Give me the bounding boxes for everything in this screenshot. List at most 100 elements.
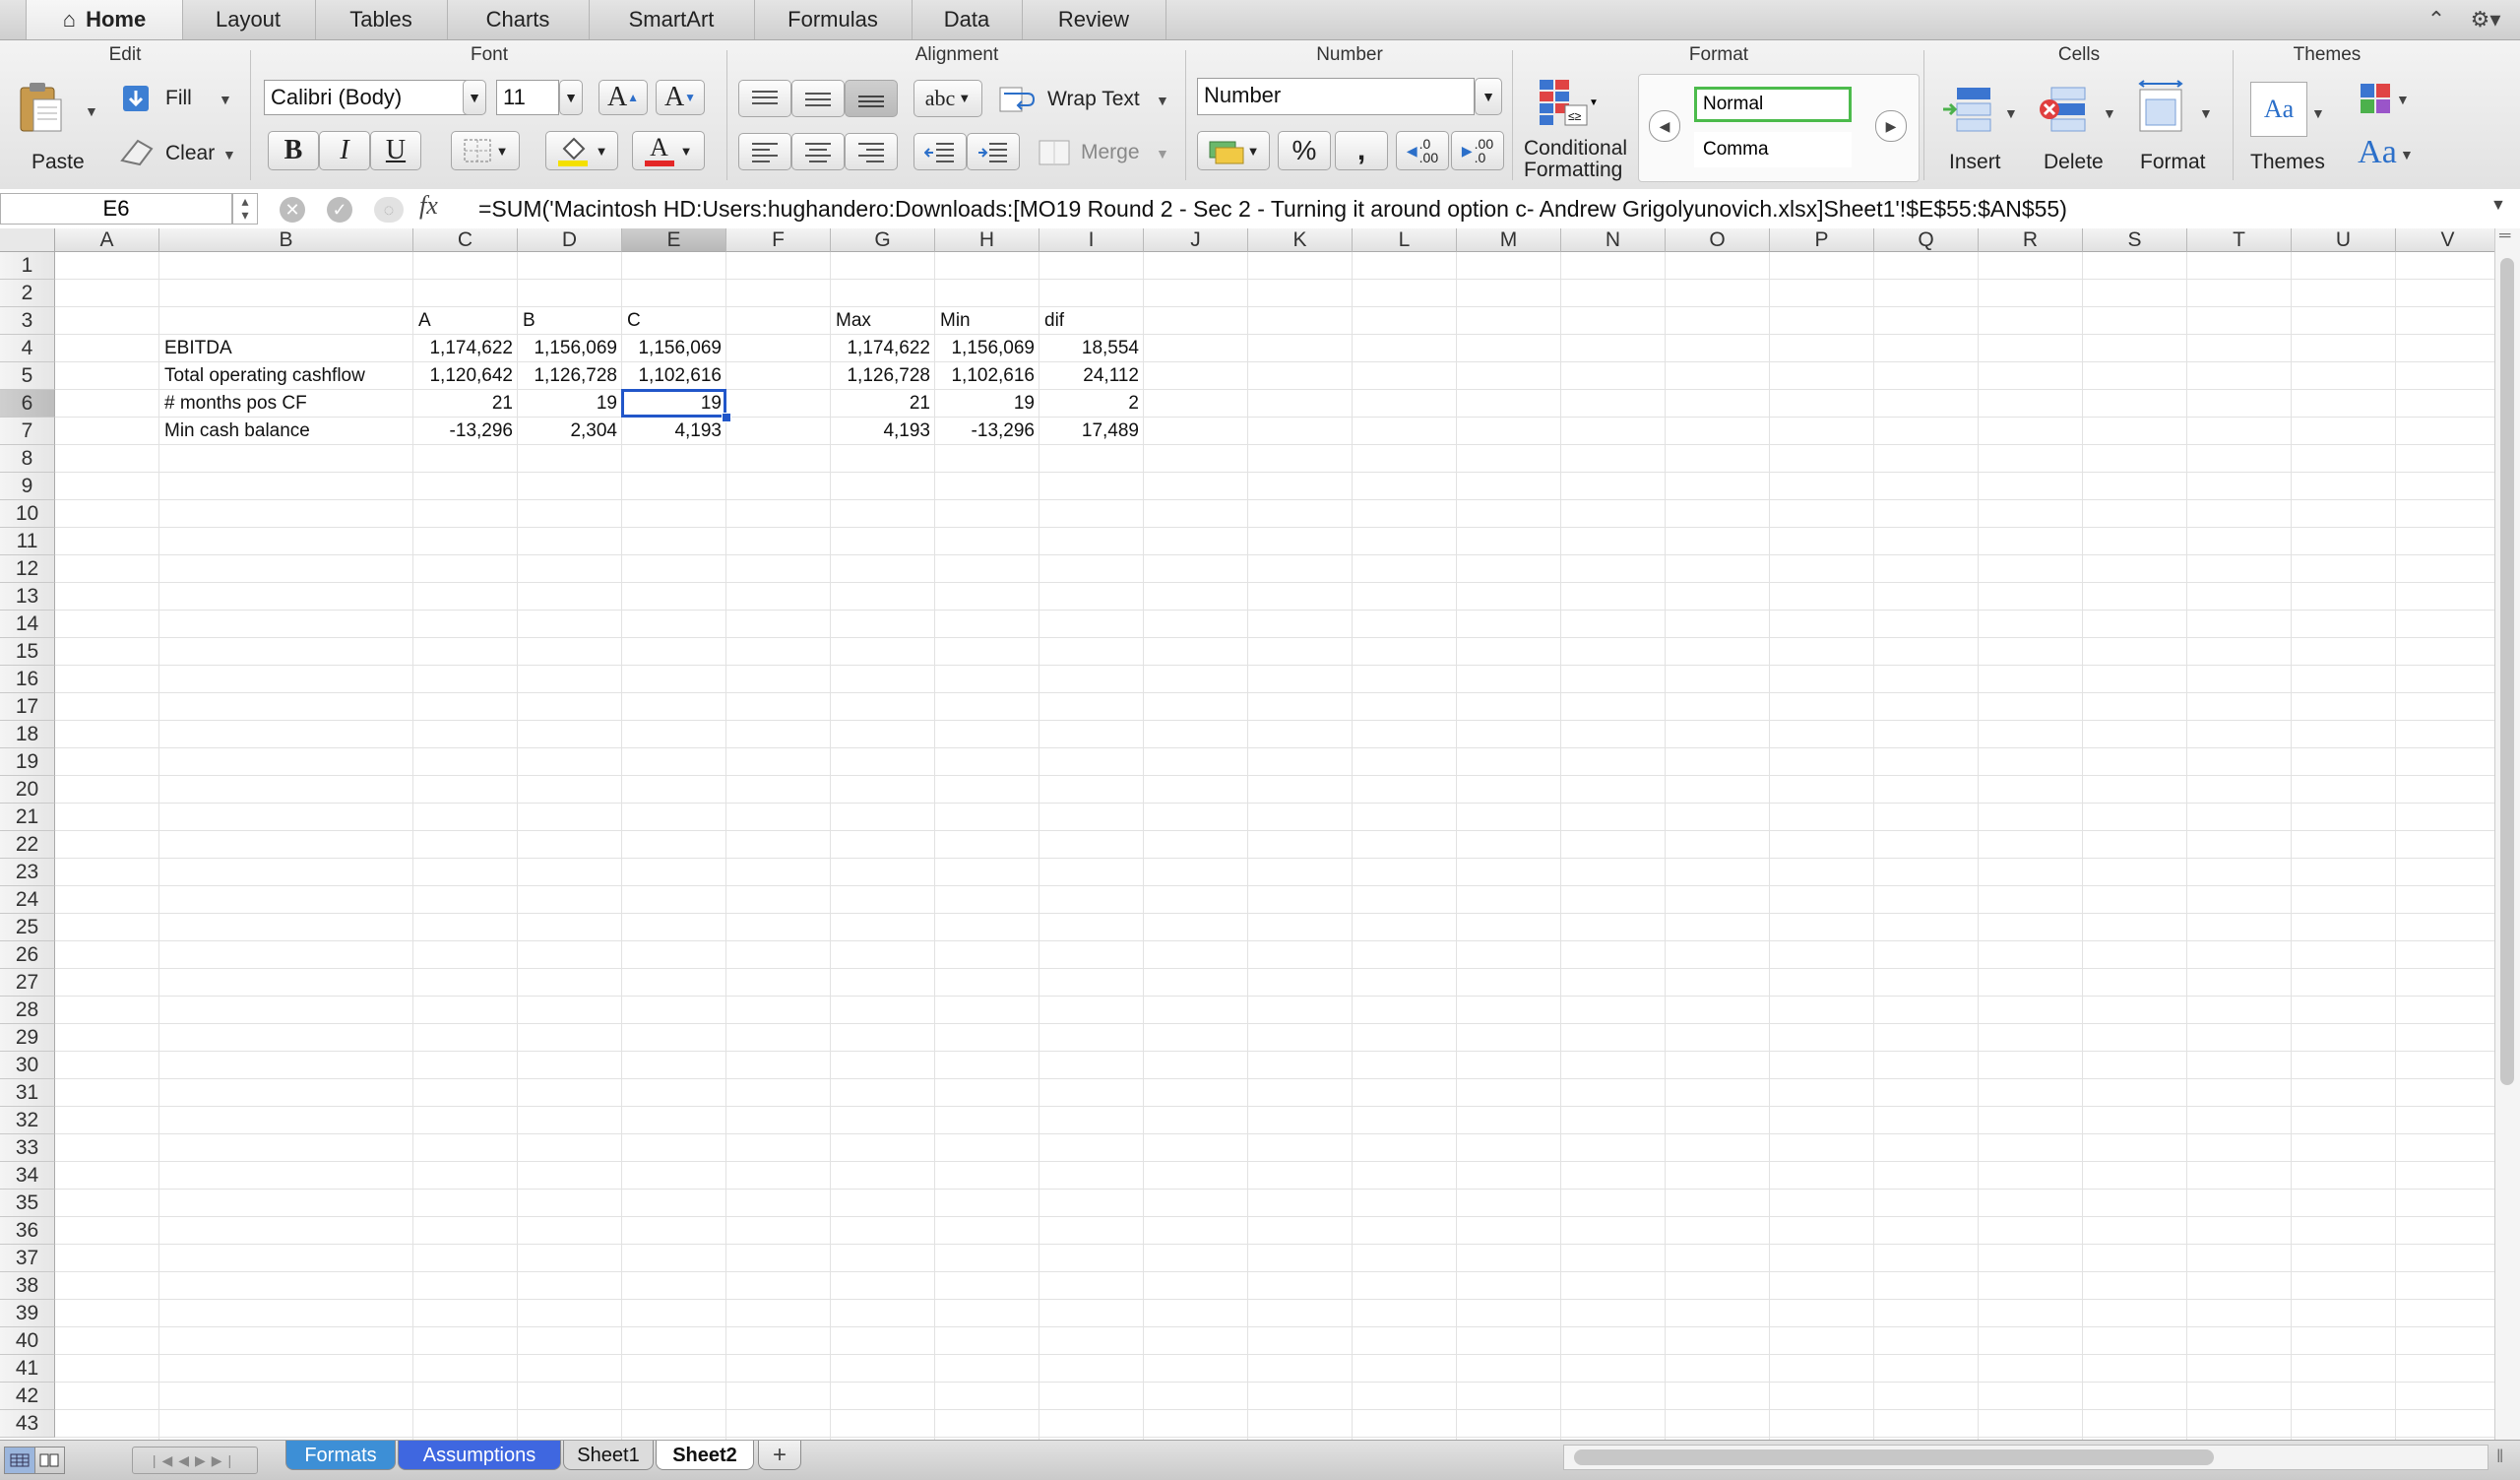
shrink-font-button[interactable]: A ▼ xyxy=(656,80,705,115)
row-header-24[interactable]: 24 xyxy=(0,886,55,914)
row-header-35[interactable]: 35 xyxy=(0,1190,55,1217)
cell-e3[interactable]: C xyxy=(622,307,726,335)
cell-i6[interactable]: 2 xyxy=(1040,390,1144,418)
tab-formulas[interactable]: Formulas xyxy=(754,0,913,39)
cell-h6[interactable]: 19 xyxy=(935,390,1040,418)
add-sheet-button[interactable]: + xyxy=(758,1441,801,1470)
sheet-tab-sheet2[interactable]: Sheet2 xyxy=(656,1441,754,1470)
increase-decimal-button[interactable]: ◀ .0 .00 xyxy=(1396,131,1449,170)
tab-charts[interactable]: Charts xyxy=(447,0,590,39)
horizontal-split-handle-icon[interactable]: ‖ xyxy=(2496,1447,2503,1467)
row-header-29[interactable]: 29 xyxy=(0,1024,55,1052)
column-header-u[interactable]: U xyxy=(2292,228,2396,252)
cancel-icon[interactable]: ✕ xyxy=(280,197,305,223)
column-header-d[interactable]: D xyxy=(518,228,622,252)
cell-d6[interactable]: 19 xyxy=(518,390,622,418)
column-header-v[interactable]: V xyxy=(2396,228,2500,252)
tab-home[interactable]: ⌂ Home xyxy=(26,0,183,39)
theme-fonts-icon[interactable]: Aa xyxy=(2353,133,2402,172)
row-header-28[interactable]: 28 xyxy=(0,997,55,1024)
row-header-16[interactable]: 16 xyxy=(0,666,55,693)
column-header-j[interactable]: J xyxy=(1144,228,1248,252)
align-middle-button[interactable] xyxy=(791,80,845,117)
number-format-field[interactable]: Number xyxy=(1197,78,1475,115)
merge-icon[interactable] xyxy=(1038,137,1071,168)
wrap-text-icon[interactable] xyxy=(998,84,1038,115)
row-header-11[interactable]: 11 xyxy=(0,528,55,555)
wrap-text-dropdown-icon[interactable]: ▼ xyxy=(1156,93,1169,108)
sheet-navigation-arrows[interactable]: |◀◀▶▶| xyxy=(132,1447,258,1474)
column-header-c[interactable]: C xyxy=(413,228,518,252)
sheet-tab-formats[interactable]: Formats xyxy=(285,1441,396,1470)
tab-review[interactable]: Review xyxy=(1022,0,1166,39)
font-size-field[interactable]: 11 xyxy=(496,80,559,115)
row-header-9[interactable]: 9 xyxy=(0,473,55,500)
bold-button[interactable]: B xyxy=(268,131,319,170)
horizontal-scroll-thumb[interactable] xyxy=(1574,1449,2214,1465)
row-header-18[interactable]: 18 xyxy=(0,721,55,748)
column-header-b[interactable]: B xyxy=(159,228,413,252)
comma-style-button[interactable]: , xyxy=(1335,131,1388,170)
themes-button[interactable]: Themes xyxy=(2250,151,2325,174)
themes-icon[interactable]: Aa xyxy=(2250,82,2307,137)
row-header-41[interactable]: 41 xyxy=(0,1355,55,1383)
row-header-3[interactable]: 3 xyxy=(0,307,55,335)
cell-g3[interactable]: Max xyxy=(831,307,935,335)
format-cells-dropdown-icon[interactable]: ▼ xyxy=(2199,105,2213,121)
grow-font-button[interactable]: A ▲ xyxy=(598,80,648,115)
insert-cells-icon[interactable] xyxy=(1941,80,1998,135)
italic-button[interactable]: I xyxy=(319,131,370,170)
paste-dropdown-icon[interactable]: ▼ xyxy=(85,103,98,119)
accounting-format-button[interactable]: ▼ xyxy=(1197,131,1270,170)
column-header-g[interactable]: G xyxy=(831,228,935,252)
insert-dropdown-icon[interactable]: ▼ xyxy=(2004,105,2018,121)
align-center-button[interactable] xyxy=(791,133,845,170)
cell-d7[interactable]: 2,304 xyxy=(518,418,622,445)
column-header-a[interactable]: A xyxy=(55,228,159,252)
row-header-2[interactable]: 2 xyxy=(0,280,55,307)
row-header-4[interactable]: 4 xyxy=(0,335,55,362)
column-header-i[interactable]: I xyxy=(1040,228,1144,252)
cell-e7[interactable]: 4,193 xyxy=(622,418,726,445)
row-header-25[interactable]: 25 xyxy=(0,914,55,941)
clipboard-icon[interactable] xyxy=(18,80,63,135)
number-format-dropdown-icon[interactable]: ▼ xyxy=(1475,78,1502,115)
collapse-ribbon-icon[interactable]: ⌃ xyxy=(2422,0,2451,39)
function-wizard-icon[interactable]: ◌ xyxy=(374,197,404,223)
row-header-15[interactable]: 15 xyxy=(0,638,55,666)
eraser-icon[interactable] xyxy=(118,137,156,166)
row-header-39[interactable]: 39 xyxy=(0,1300,55,1327)
tab-tables[interactable]: Tables xyxy=(315,0,448,39)
merge-dropdown-icon[interactable]: ▼ xyxy=(1156,146,1169,161)
row-header-14[interactable]: 14 xyxy=(0,611,55,638)
fill-icon[interactable] xyxy=(120,83,152,114)
orientation-button[interactable]: abc ▼ xyxy=(914,80,982,117)
column-header-l[interactable]: L xyxy=(1353,228,1457,252)
tab-layout[interactable]: Layout xyxy=(181,0,316,39)
column-header-e[interactable]: E xyxy=(622,228,726,252)
cell-c4[interactable]: 1,174,622 xyxy=(413,335,518,362)
column-header-h[interactable]: H xyxy=(935,228,1040,252)
delete-cells-icon[interactable] xyxy=(2036,80,2093,135)
delete-dropdown-icon[interactable]: ▼ xyxy=(2103,105,2116,121)
split-handle-icon[interactable]: ═ xyxy=(2499,228,2517,246)
formula-input[interactable]: =SUM('Macintosh HD:Users:hughandero:Down… xyxy=(478,193,2487,225)
column-header-s[interactable]: S xyxy=(2083,228,2187,252)
row-header-21[interactable]: 21 xyxy=(0,804,55,831)
cell-c6[interactable]: 21 xyxy=(413,390,518,418)
row-header-37[interactable]: 37 xyxy=(0,1245,55,1272)
cell-i5[interactable]: 24,112 xyxy=(1040,362,1144,390)
merge-button[interactable]: Merge xyxy=(1081,141,1140,164)
row-header-31[interactable]: 31 xyxy=(0,1079,55,1107)
row-header-7[interactable]: 7 xyxy=(0,418,55,445)
row-header-13[interactable]: 13 xyxy=(0,583,55,611)
page-layout-view-icon[interactable] xyxy=(35,1448,65,1473)
clear-dropdown-icon[interactable]: ▼ xyxy=(222,147,236,162)
theme-fonts-dropdown-icon[interactable]: ▼ xyxy=(2400,147,2414,162)
row-header-40[interactable]: 40 xyxy=(0,1327,55,1355)
paste-button[interactable]: Paste xyxy=(32,151,85,174)
column-header-f[interactable]: F xyxy=(726,228,831,252)
insert-button[interactable]: Insert xyxy=(1949,151,2001,174)
format-cells-icon[interactable] xyxy=(2132,80,2189,135)
cell-h3[interactable]: Min xyxy=(935,307,1040,335)
